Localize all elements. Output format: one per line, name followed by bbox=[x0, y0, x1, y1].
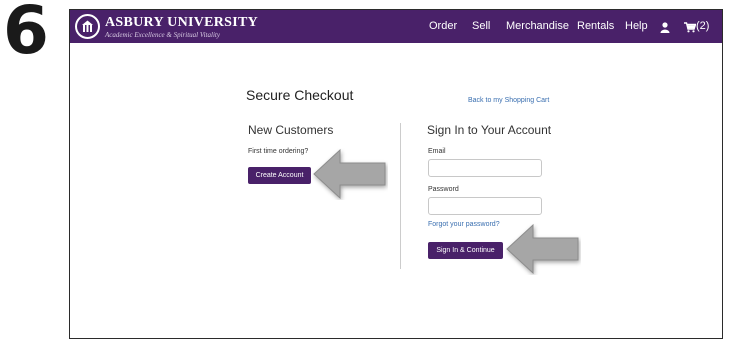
university-seal-icon[interactable] bbox=[75, 14, 100, 39]
cart-icon[interactable] bbox=[684, 20, 697, 38]
sign-in-heading: Sign In to Your Account bbox=[427, 123, 552, 137]
new-customers-heading: New Customers bbox=[248, 123, 334, 137]
create-account-button[interactable]: Create Account bbox=[248, 167, 311, 184]
university-name[interactable]: ASBURY UNIVERSITY bbox=[105, 15, 258, 31]
browser-screenshot-frame: ASBURY UNIVERSITY Academic Excellence & … bbox=[69, 9, 723, 339]
email-field[interactable] bbox=[428, 159, 542, 177]
nav-help[interactable]: Help bbox=[625, 20, 648, 32]
first-time-prompt: First time ordering? bbox=[248, 148, 309, 155]
university-tagline: Academic Excellence & Spiritual Vitality bbox=[105, 31, 220, 39]
nav-rentals[interactable]: Rentals bbox=[577, 20, 614, 32]
password-field[interactable] bbox=[428, 197, 542, 215]
step-number: 6 bbox=[3, 0, 49, 69]
email-label: Email bbox=[428, 148, 446, 155]
top-navbar: ASBURY UNIVERSITY Academic Excellence & … bbox=[70, 10, 722, 43]
pointer-arrow-icon bbox=[506, 223, 579, 275]
page-title: Secure Checkout bbox=[246, 87, 354, 103]
pointer-arrow-icon bbox=[313, 148, 386, 200]
forgot-password-link[interactable]: Forgot your password? bbox=[428, 221, 500, 228]
sign-in-continue-button[interactable]: Sign In & Continue bbox=[428, 242, 503, 259]
column-divider bbox=[400, 123, 401, 269]
nav-merchandise[interactable]: Merchandise bbox=[506, 20, 569, 32]
password-label: Password bbox=[428, 186, 459, 193]
nav-sell[interactable]: Sell bbox=[472, 20, 490, 32]
user-icon[interactable] bbox=[660, 20, 670, 38]
back-to-cart-link[interactable]: Back to my Shopping Cart bbox=[468, 97, 549, 104]
cart-count[interactable]: (2) bbox=[696, 20, 709, 32]
nav-order[interactable]: Order bbox=[429, 20, 457, 32]
